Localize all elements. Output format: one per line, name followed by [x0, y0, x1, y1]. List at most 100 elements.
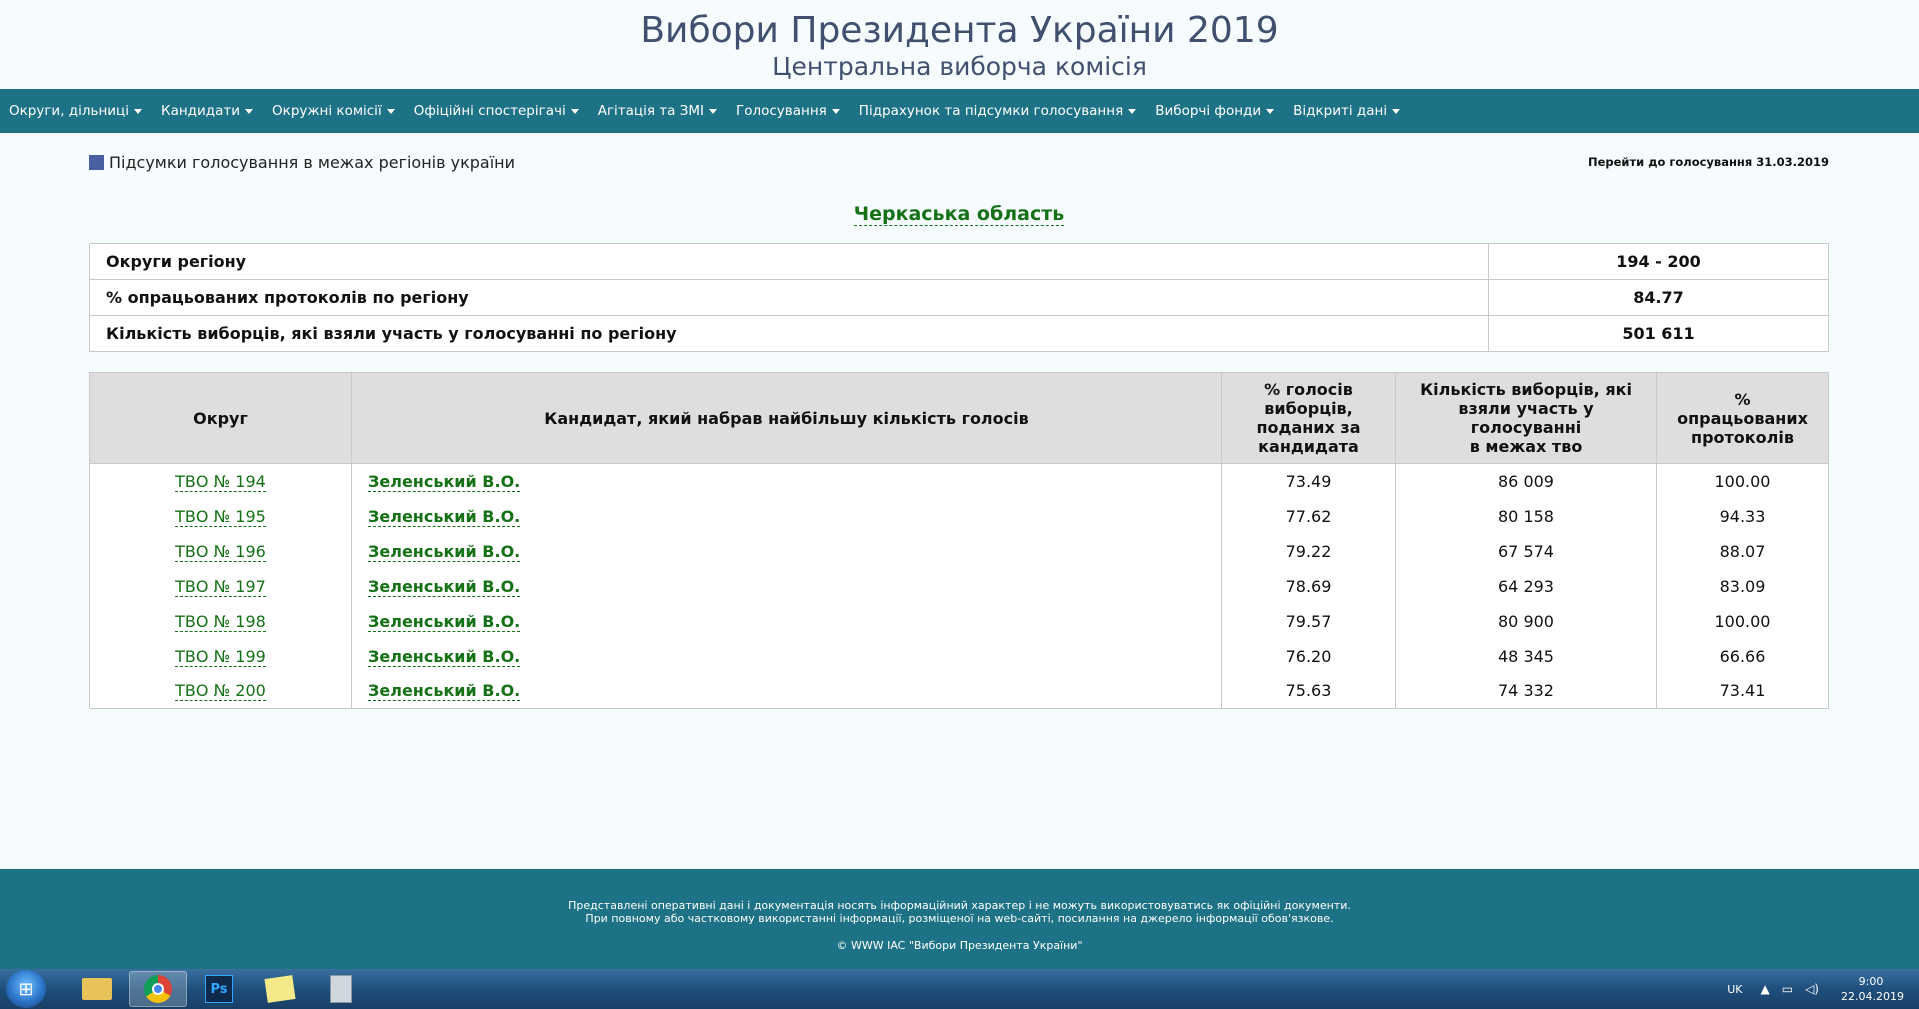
- taskbar-sticky-notes[interactable]: [251, 971, 309, 1007]
- language-indicator[interactable]: UK: [1727, 983, 1742, 996]
- caret-down-icon: [709, 108, 717, 114]
- summary-value: 501 611: [1488, 315, 1829, 352]
- candidate-cell: Зеленський В.О.: [351, 533, 1222, 569]
- district-cell: ТВО № 199: [89, 638, 352, 674]
- nav-item-candidates[interactable]: Кандидати: [161, 103, 254, 119]
- page-title: Вибори Президента України 2019: [640, 10, 1279, 51]
- candidate-link[interactable]: Зеленський В.О.: [368, 646, 521, 667]
- district-link[interactable]: ТВО № 196: [175, 541, 266, 562]
- subhead: Підсумки голосування в межах регіонів ук…: [89, 133, 1829, 185]
- site-header: Вибори Президента України 2019 Центральн…: [0, 0, 1919, 89]
- summary-row: % опрацьованих протоколів по регіону 84.…: [89, 279, 1829, 316]
- nav-item-open-data[interactable]: Відкриті дані: [1293, 103, 1401, 119]
- protocols-cell: 100.00: [1656, 603, 1829, 639]
- percent-cell: 75.63: [1221, 673, 1396, 709]
- nav-item-counting[interactable]: Підрахунок та підсумки голосування: [859, 103, 1137, 119]
- voters-cell: 86 009: [1395, 463, 1657, 499]
- candidate-cell: Зеленський В.О.: [351, 568, 1222, 604]
- col-header-district: Округ: [89, 372, 352, 464]
- caret-down-icon: [1128, 108, 1137, 114]
- percent-cell: 77.62: [1221, 498, 1396, 534]
- taskbar-chrome[interactable]: [129, 971, 187, 1007]
- voters-cell: 48 345: [1395, 638, 1657, 674]
- caret-down-icon: [1266, 108, 1275, 114]
- network-icon[interactable]: ▭: [1782, 982, 1793, 996]
- summary-value: 194 - 200: [1488, 243, 1829, 280]
- percent-cell: 76.20: [1221, 638, 1396, 674]
- table-row: ТВО № 199 Зеленський В.О. 76.20 48 345 6…: [89, 638, 1829, 674]
- district-link[interactable]: ТВО № 198: [175, 611, 266, 632]
- nav-item-funds[interactable]: Виборчі фонди: [1155, 103, 1275, 119]
- protocols-cell: 94.33: [1656, 498, 1829, 534]
- nav-item-districts[interactable]: Округи, дільниці: [9, 103, 142, 119]
- taskbar-clock[interactable]: 9:00 22.04.2019: [1841, 974, 1904, 1004]
- os-taskbar: ⊞ Ps UK ▲ ▭ ◁) 9:00 22.04.2019: [0, 969, 1919, 1009]
- candidate-cell: Зеленський В.О.: [351, 498, 1222, 534]
- district-cell: ТВО № 198: [89, 603, 352, 639]
- candidate-cell: Зеленський В.О.: [351, 638, 1222, 674]
- district-cell: ТВО № 196: [89, 533, 352, 569]
- district-link[interactable]: ТВО № 197: [175, 576, 266, 597]
- district-link[interactable]: ТВО № 199: [175, 646, 266, 667]
- footer-disclaimer-2: При повному або частковому використанні …: [585, 912, 1334, 925]
- district-cell: ТВО № 197: [89, 568, 352, 604]
- district-link[interactable]: ТВО № 195: [175, 506, 266, 527]
- show-hidden-icons-icon[interactable]: ▲: [1761, 982, 1770, 996]
- nav-item-voting[interactable]: Голосування: [736, 103, 840, 119]
- caret-down-icon: [570, 108, 579, 114]
- caret-down-icon: [831, 108, 840, 114]
- district-link[interactable]: ТВО № 194: [175, 471, 266, 492]
- caret-down-icon: [1392, 108, 1401, 114]
- percent-cell: 79.22: [1221, 533, 1396, 569]
- taskbar-calculator[interactable]: [312, 971, 370, 1007]
- candidate-cell: Зеленський В.О.: [351, 603, 1222, 639]
- candidate-link[interactable]: Зеленський В.О.: [368, 681, 521, 702]
- square-bullet-icon: [89, 154, 104, 170]
- footer-copyright: © WWW IAC "Вибори Президента України": [836, 939, 1083, 952]
- table-row: ТВО № 195 Зеленський В.О. 77.62 80 158 9…: [89, 498, 1829, 534]
- percent-cell: 79.57: [1221, 603, 1396, 639]
- caret-down-icon: [386, 108, 395, 114]
- table-row: ТВО № 196 Зеленський В.О. 79.22 67 574 8…: [89, 533, 1829, 569]
- summary-label: Округи регіону: [89, 243, 1489, 280]
- taskbar-explorer[interactable]: [68, 971, 126, 1007]
- candidate-link[interactable]: Зеленський В.О.: [368, 541, 521, 562]
- caret-down-icon: [245, 108, 254, 114]
- summary-label: % опрацьованих протоколів по регіону: [89, 279, 1489, 316]
- col-header-percent: % голосів виборців, поданих за кандидата: [1221, 372, 1396, 464]
- region-summary-table: Округи регіону 194 - 200 % опрацьованих …: [89, 243, 1829, 352]
- district-cell: ТВО № 200: [89, 673, 352, 709]
- footer-disclaimer-1: Представлені оперативні дані і документа…: [568, 899, 1351, 912]
- candidate-link[interactable]: Зеленський В.О.: [368, 576, 521, 597]
- taskbar-photoshop[interactable]: Ps: [190, 971, 248, 1007]
- candidate-link[interactable]: Зеленський В.О.: [368, 506, 521, 527]
- goto-voting-link[interactable]: Перейти до голосування 31.03.2019: [1588, 155, 1829, 169]
- candidate-cell: Зеленський В.О.: [351, 673, 1222, 709]
- district-link[interactable]: ТВО № 200: [175, 681, 266, 702]
- table-row: ТВО № 197 Зеленський В.О. 78.69 64 293 8…: [89, 568, 1829, 604]
- region-title-link[interactable]: Черкаська область: [853, 203, 1065, 226]
- table-row: ТВО № 194 Зеленський В.О. 73.49 86 009 1…: [89, 463, 1829, 499]
- nav-item-agitation[interactable]: Агітація та ЗМІ: [598, 103, 717, 119]
- percent-cell: 78.69: [1221, 568, 1396, 604]
- nav-item-observers[interactable]: Офіційні спостерігачі: [414, 103, 579, 119]
- protocols-cell: 73.41: [1656, 673, 1829, 709]
- voters-cell: 80 900: [1395, 603, 1657, 639]
- table-row: ТВО № 198 Зеленський В.О. 79.57 80 900 1…: [89, 603, 1829, 639]
- nav-item-commissions[interactable]: Окружні комісії: [272, 103, 395, 119]
- candidate-link[interactable]: Зеленський В.О.: [368, 471, 521, 492]
- folder-icon: [82, 978, 112, 1000]
- page-subtitle: Центральна виборча комісія: [772, 52, 1147, 81]
- district-cell: ТВО № 194: [89, 463, 352, 499]
- sticky-notes-icon: [264, 975, 296, 1003]
- candidate-cell: Зеленський В.О.: [351, 463, 1222, 499]
- table-row: ТВО № 200 Зеленський В.О. 75.63 74 332 7…: [89, 673, 1829, 709]
- clock-time: 9:00: [1858, 975, 1884, 988]
- volume-icon[interactable]: ◁): [1805, 982, 1819, 996]
- windows-start-icon[interactable]: ⊞: [6, 970, 46, 1008]
- clock-date: 22.04.2019: [1841, 990, 1904, 1003]
- candidate-link[interactable]: Зеленський В.О.: [368, 611, 521, 632]
- system-tray: UK ▲ ▭ ◁) 9:00 22.04.2019: [1727, 974, 1919, 1004]
- results-header-row: Округ Кандидат, який набрав найбільшу кі…: [89, 372, 1829, 464]
- summary-row: Округи регіону 194 - 200: [89, 243, 1829, 280]
